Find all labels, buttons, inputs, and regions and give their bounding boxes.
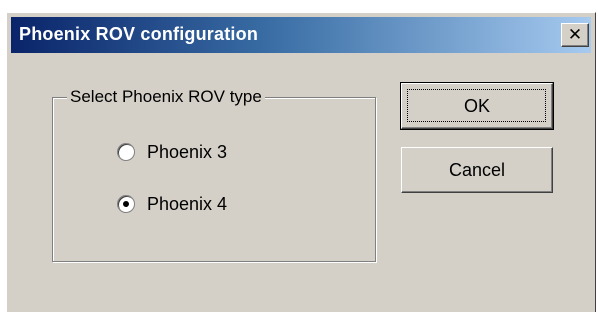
rov-type-groupbox: Select Phoenix ROV type Phoenix 3 Phoeni… [52,86,376,262]
radio-phoenix-4[interactable]: Phoenix 4 [117,192,227,216]
close-button[interactable]: ✕ [561,23,589,47]
cancel-button[interactable]: Cancel [401,147,553,193]
ok-button[interactable]: OK [400,82,554,130]
groupbox-label: Select Phoenix ROV type [67,86,265,108]
radio-label-phoenix-3[interactable]: Phoenix 3 [147,142,227,163]
radio-phoenix-3[interactable]: Phoenix 3 [117,140,227,164]
window-title: Phoenix ROV configuration [19,24,259,44]
title-bar[interactable]: Phoenix ROV configuration ✕ [11,17,591,53]
radio-button-icon[interactable] [117,195,135,213]
dialog-window: Phoenix ROV configuration ✕ Select Phoen… [6,12,596,312]
close-icon: ✕ [567,25,583,44]
radio-selected-dot [123,201,129,207]
cancel-button-label: Cancel [448,160,506,180]
ok-button-label: OK [463,96,490,116]
radio-label-phoenix-4[interactable]: Phoenix 4 [147,194,227,215]
radio-button-icon[interactable] [117,143,135,161]
